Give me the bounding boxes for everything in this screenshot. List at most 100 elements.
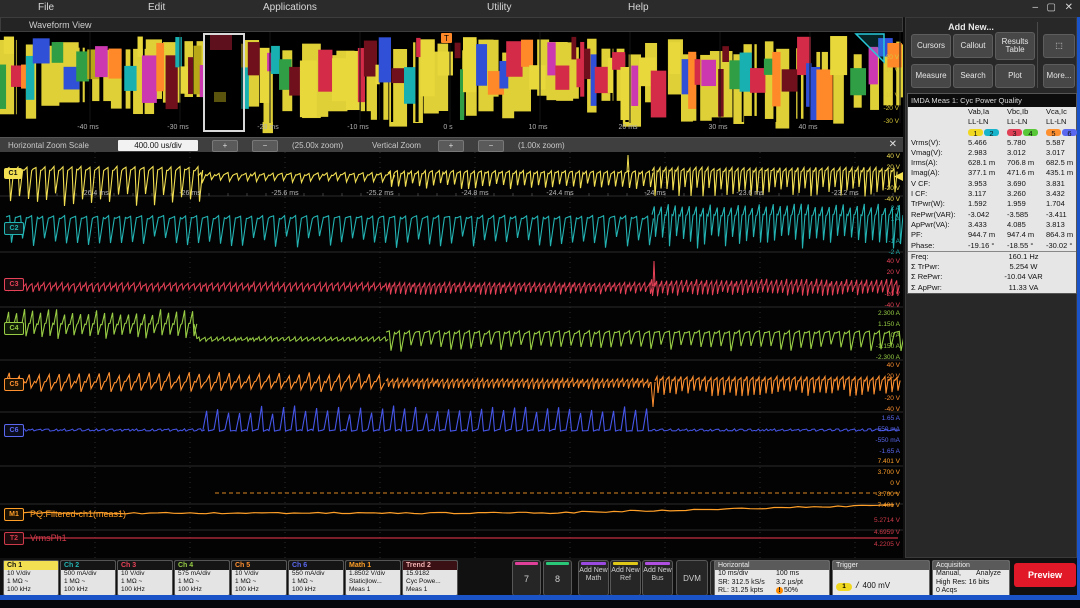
c2-scale-label: -1 A xyxy=(888,238,900,246)
channel-tag-c6[interactable]: C6 xyxy=(4,424,24,437)
meas-row: Phase:-19.16 °-18.55 °-30.02 ° xyxy=(908,241,1076,251)
callout-button-label: Callout xyxy=(961,42,986,50)
more-button[interactable]: More... xyxy=(1043,64,1075,88)
channel-badge-ch2[interactable]: Ch 2500 mA/div1 MΩ ~100 kHz xyxy=(60,560,116,596)
meas-value: 435.1 m xyxy=(1046,168,1079,178)
c6-scale-label: 1.65 A xyxy=(882,415,900,423)
c4-scale-label: -2.300 A xyxy=(876,354,900,362)
vzoom-plus-button[interactable]: + xyxy=(438,140,464,152)
add-new-ref-button[interactable]: Add New Ref xyxy=(610,560,641,596)
acquisition-panel[interactable]: Acquisition Manual,Analyze High Res: 16 … xyxy=(932,560,1010,598)
scope-time-label: -25.6 ms xyxy=(253,190,317,197)
badge-line: 1 MΩ ~ xyxy=(289,578,343,586)
c3-scale-label: -20 V xyxy=(884,291,900,299)
measure-button-label: Measure xyxy=(915,72,946,80)
trigger-panel[interactable]: Trigger 1/400 mV xyxy=(832,560,930,598)
meas-value: -3.411 xyxy=(1046,210,1079,220)
channel-7-button[interactable]: 7 xyxy=(512,560,541,596)
badge-title: Ch 5 xyxy=(232,561,286,570)
c1-scale-label: 20 V xyxy=(887,164,900,172)
vzoom-minus-button[interactable]: − xyxy=(478,140,504,152)
menu-item-applications[interactable]: Applications xyxy=(263,2,317,13)
trigger-panel-title: Trigger xyxy=(833,561,929,570)
hzoom-minus-button[interactable]: − xyxy=(252,140,278,152)
cursors-button[interactable]: Cursors xyxy=(911,34,951,58)
badge-title: Trend 2 xyxy=(403,561,457,570)
scope-time-label: -24.8 ms xyxy=(443,190,507,197)
meas-value: 3.433 xyxy=(968,220,1007,230)
acq-analyze: Analyze xyxy=(976,570,1009,579)
overview-time-label: -10 ms xyxy=(328,124,388,131)
add-new-math-button[interactable]: Add New Math xyxy=(578,560,609,596)
meas-col-subheader: LL-LN xyxy=(968,117,1007,127)
c5-scale-label: -40 V xyxy=(884,406,900,414)
dvm-button[interactable]: DVM xyxy=(676,560,708,596)
minimize-icon[interactable]: – xyxy=(1032,2,1038,13)
trend2-badge[interactable]: Trend 215.9182Cyc Powe...Meas 1 xyxy=(402,560,458,596)
meas-label: V CF: xyxy=(911,179,968,189)
channel-badge-ch5[interactable]: Ch 510 V/div1 MΩ ~100 kHz xyxy=(231,560,287,596)
waveform-view-tab[interactable]: Waveform View xyxy=(0,17,903,32)
menu-item-help[interactable]: Help xyxy=(628,2,649,13)
trend2-trace-label: VrmsPh1 xyxy=(30,533,67,543)
channel-badge-ch4[interactable]: Ch 4575 mA/div1 MΩ ~100 kHz xyxy=(174,560,230,596)
minus-icon: − xyxy=(263,141,268,150)
source-badge-ch2: 2 xyxy=(984,129,999,136)
add-new-title: Add New... xyxy=(906,22,1036,32)
trigger-level: 400 mV xyxy=(863,581,891,590)
meas-value: 5.587 xyxy=(1046,138,1079,148)
overview-time-label: -20 ms xyxy=(238,124,298,131)
hzoom-value-input[interactable]: 400.00 us/div xyxy=(118,140,198,151)
results-table-button[interactable]: Results Table xyxy=(995,32,1035,60)
overview-time-label: 0 s xyxy=(418,124,478,131)
callout-button[interactable]: Callout xyxy=(953,34,993,58)
measurement-results-table[interactable]: IMDA Meas 1: Cyc Power Quality Vab,Ia Vb… xyxy=(907,93,1077,294)
channel-tag-c5[interactable]: C5 xyxy=(4,378,24,391)
scope-time-label: -23.6 ms xyxy=(718,190,782,197)
channel-tag-m1[interactable]: M1 xyxy=(4,508,24,521)
meas-value: 3.017 xyxy=(1046,148,1079,158)
menu-item-utility[interactable]: Utility xyxy=(487,2,511,13)
badge-line: Static|low... xyxy=(346,578,400,586)
plot-button[interactable]: Plot xyxy=(995,64,1035,88)
math1-badge[interactable]: Math 11.8502 V/divStatic|low...Meas 1 xyxy=(345,560,401,596)
channel-8-button[interactable]: 8 xyxy=(543,560,572,596)
close-icon[interactable]: ✕ xyxy=(1065,2,1073,13)
meas-label: Imag(A): xyxy=(911,168,968,178)
channel-tag-c4[interactable]: C4 xyxy=(4,322,24,335)
channel-tag-c3[interactable]: C3 xyxy=(4,278,24,291)
channel-tag-c1[interactable]: C1 xyxy=(4,168,22,179)
scope-time-label: -26.4 ms xyxy=(63,190,127,197)
meas-label: Phase: xyxy=(911,241,968,251)
hzoom-plus-button[interactable]: + xyxy=(212,140,238,152)
badge-title: Math 1 xyxy=(346,561,400,570)
meas-table-title: IMDA Meas 1: Cyc Power Quality xyxy=(908,94,1076,107)
overview-time-label: 20 ms xyxy=(598,124,658,131)
preview-button[interactable]: Preview xyxy=(1014,563,1076,587)
horizontal-panel[interactable]: Horizontal 10 ms/div100 ms SR: 312.5 kS/… xyxy=(714,560,830,598)
menu-item-edit[interactable]: Edit xyxy=(148,2,165,13)
meas-col-subheader: LL-LN xyxy=(1046,117,1079,127)
measure-button[interactable]: Measure xyxy=(911,64,951,88)
c5-scale-label: 20 V xyxy=(887,373,900,381)
add-new-bus-button[interactable]: Add New Bus xyxy=(642,560,673,596)
summary-value: 5.254 W xyxy=(968,262,1079,272)
channel-badge-ch3[interactable]: Ch 310 V/div1 MΩ ~100 kHz xyxy=(117,560,173,596)
channel-tag-t2[interactable]: T2 xyxy=(4,532,24,545)
channel-badge-ch1[interactable]: Ch 110 V/div1 MΩ ~100 kHz xyxy=(3,560,59,596)
channel-tag-c2[interactable]: C2 xyxy=(4,222,24,235)
zoom-selection-box[interactable] xyxy=(203,33,245,132)
selection-tool-button[interactable]: ⬚ xyxy=(1043,34,1075,58)
meas-value: 682.5 m xyxy=(1046,158,1079,168)
minus-icon: − xyxy=(489,141,494,150)
overview-scale-label: 10 V xyxy=(886,67,899,74)
channel-badge-ch6[interactable]: Ch 6550 mA/div1 MΩ ~100 kHz xyxy=(288,560,344,596)
search-button[interactable]: Search xyxy=(953,64,993,88)
maximize-icon[interactable]: ▢ xyxy=(1047,2,1056,13)
warning-icon: ! xyxy=(776,587,783,594)
scope-view[interactable]: -26.4 ms -26 ms -25.6 ms -25.2 ms -24.8 … xyxy=(0,152,903,558)
meas-row: Vrms(V):5.4665.7805.587 xyxy=(908,138,1076,148)
menu-item-file[interactable]: File xyxy=(38,2,54,13)
zoom-close-icon[interactable]: ✕ xyxy=(889,139,897,150)
overview-waveform[interactable]: T -40 ms -30 ms -20 ms -10 ms 0 s 10 ms … xyxy=(0,32,903,137)
